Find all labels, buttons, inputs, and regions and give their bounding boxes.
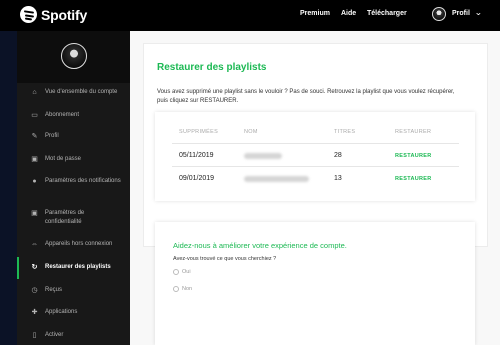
intro-text: Vous avez supprimé une playlist sans le … [157, 89, 455, 104]
sidebar-item-subscription[interactable]: ▭ Abonnement [17, 111, 130, 120]
sidebar-item-activate[interactable]: ▯ Activer [17, 331, 130, 340]
lock-icon: ▣ [31, 156, 38, 163]
top-bar: Spotify Premium Aide Télécharger Profil … [0, 0, 500, 31]
sidebar-item-label: Applications [45, 309, 78, 315]
brand-name: Spotify [41, 6, 88, 23]
bell-icon: ● [32, 178, 37, 185]
redacted-playlist-name [244, 176, 309, 182]
sidebar-item-label: Restaurer des playlists [45, 264, 111, 270]
sidebar-item-offline-devices[interactable]: ⇔ Appareils hors connexion [17, 240, 130, 249]
sidebar-item-overview[interactable]: ⌂ Vue d'ensemble du compte [17, 88, 130, 97]
sidebar-item-profile[interactable]: ✎ Profil [17, 132, 130, 141]
option-label: Non [182, 286, 193, 292]
radio-button[interactable] [173, 269, 179, 275]
sidebar-item-privacy[interactable]: ▣ Paramètres de confidentialité [17, 209, 122, 227]
sidebar-item-label: Paramètres des notifications [45, 178, 121, 184]
table-row-tracks: 28 [334, 152, 342, 159]
divider [172, 166, 459, 167]
sidebar-avatar [61, 43, 87, 69]
pencil-icon: ✎ [31, 133, 38, 140]
sidebar-item-label: Appareils hors connexion [45, 241, 113, 247]
feedback-title: Aidez-nous à améliorer votre expérience … [173, 241, 347, 250]
puzzle-icon: ✚ [31, 309, 38, 316]
restore-icon: ↻ [31, 264, 38, 271]
sidebar-item-restore-playlists[interactable]: ↻ Restaurer des playlists [17, 263, 130, 272]
sidebar-item-label: Paramètres de confidentialité [44, 210, 85, 225]
redacted-playlist-name [244, 153, 282, 159]
home-icon: ⌂ [32, 89, 37, 96]
card-icon: ▭ [31, 112, 38, 119]
page-title: Restaurer des playlists [157, 62, 267, 73]
feedback-question: Avez-vous trouvé ce que vous cherchiez ? [173, 256, 277, 262]
sidebar-item-label: Mot de passe [45, 156, 82, 162]
device-icon: ▯ [32, 332, 37, 339]
radio-button[interactable] [173, 286, 179, 292]
nav-telecharger[interactable]: Télécharger [367, 10, 407, 17]
sidebar-item-label: Reçus [45, 287, 63, 293]
sidebar-item-applications[interactable]: ✚ Applications [17, 308, 130, 317]
sidebar-item-label: Vue d'ensemble du compte [45, 89, 118, 95]
column-header-name: NOM [244, 129, 258, 135]
lock-icon: ▣ [31, 210, 38, 217]
restore-button[interactable]: RESTAURER [395, 176, 432, 182]
feedback-option-no[interactable]: Non [173, 286, 192, 292]
sidebar-item-receipts[interactable]: ◷ Reçus [17, 286, 130, 295]
restore-button[interactable]: RESTAURER [395, 153, 432, 159]
spotify-logo-icon [20, 6, 37, 23]
nav-aide[interactable]: Aide [341, 10, 356, 17]
column-header-restore: RESTAURER [395, 129, 432, 135]
avatar[interactable] [432, 7, 446, 21]
devices-icon: ⇔ [31, 241, 38, 248]
column-header-tracks: TITRES [334, 129, 356, 135]
table-row-date: 05/11/2019 [179, 152, 214, 159]
sidebar-item-label: Abonnement [45, 112, 80, 118]
option-label: Oui [182, 269, 191, 275]
table-row-date: 09/01/2019 [179, 175, 215, 182]
sidebar-item-label: Activer [45, 332, 64, 338]
sidebar-item-password[interactable]: ▣ Mot de passe [17, 155, 130, 164]
profile-menu-label[interactable]: Profil [452, 10, 470, 17]
clock-icon: ◷ [31, 287, 38, 294]
table-row-tracks: 13 [334, 175, 342, 182]
sidebar-item-notifications[interactable]: ● Paramètres des notifications [17, 177, 122, 186]
chevron-down-icon[interactable]: ⌄ [474, 8, 482, 17]
feedback-option-yes[interactable]: Oui [173, 269, 191, 275]
divider [172, 143, 459, 144]
nav-premium[interactable]: Premium [300, 10, 330, 17]
sidebar-item-label: Profil [45, 133, 59, 139]
spotify-logo[interactable]: Spotify [20, 6, 87, 23]
column-header-deleted: SUPPRIMÉES [179, 129, 219, 135]
